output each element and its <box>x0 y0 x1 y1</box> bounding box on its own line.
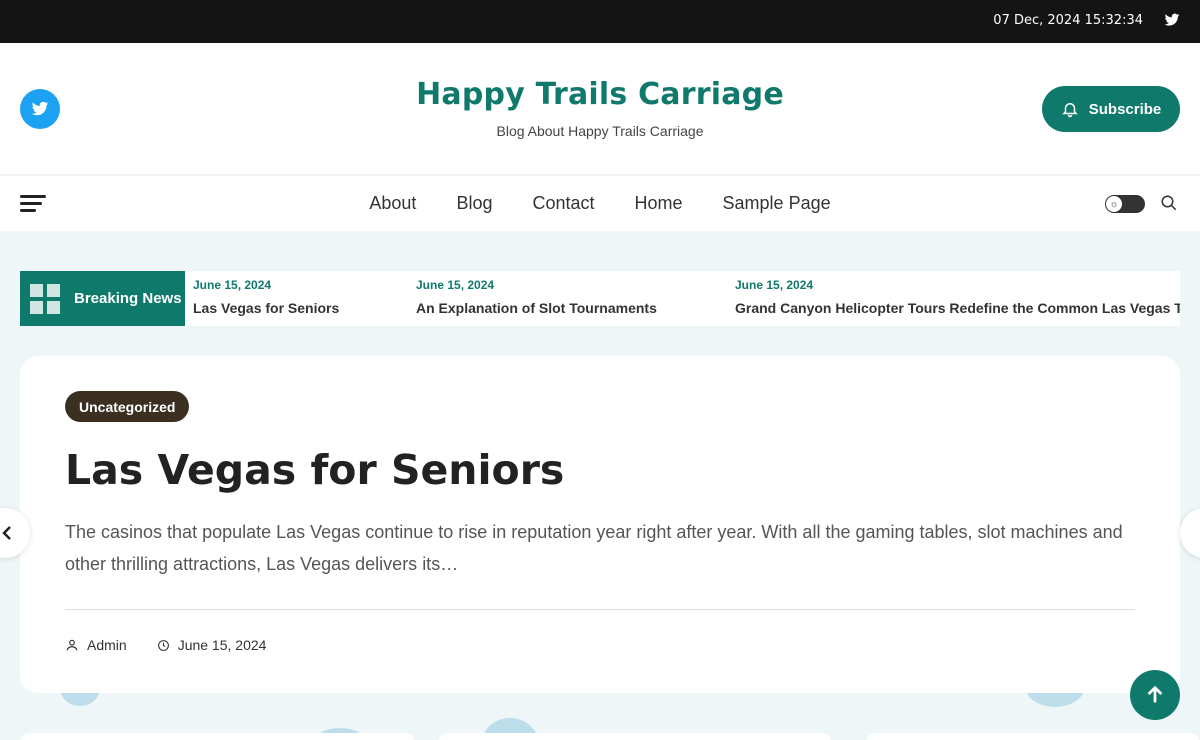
site-header: Happy Trails Carriage Blog About Happy T… <box>0 43 1200 175</box>
ticker-item[interactable]: June 15, 2024 An Explanation of Slot Tou… <box>416 278 657 316</box>
ticker-title[interactable]: An Explanation of Slot Tournaments <box>416 300 657 316</box>
twitter-icon[interactable] <box>1164 12 1180 28</box>
nav-item-home[interactable]: Home <box>635 193 683 214</box>
subscribe-label: Subscribe <box>1088 100 1162 118</box>
category-badge[interactable]: Uncategorized <box>65 391 190 422</box>
post-author[interactable]: Admin <box>87 637 127 653</box>
ticker-title[interactable]: Las Vegas for Seniors <box>193 300 339 316</box>
ticker-date: June 15, 2024 <box>193 278 272 292</box>
sun-icon: ☼ <box>1106 196 1122 212</box>
nav-item-contact[interactable]: Contact <box>532 193 594 214</box>
dark-mode-toggle[interactable]: ☼ <box>1105 195 1145 213</box>
slider-next-button[interactable] <box>1180 508 1200 558</box>
clock-icon <box>157 639 169 651</box>
post-card[interactable] <box>866 733 1200 740</box>
current-datetime: 07 Dec, 2024 15:32:34 <box>993 13 1143 28</box>
breaking-news-text: Breaking News <box>74 290 182 307</box>
site-title[interactable]: Happy Trails Carriage <box>0 77 1200 112</box>
breaking-news-label: Breaking News <box>20 271 185 326</box>
nav-item-about[interactable]: About <box>369 193 416 214</box>
bell-icon <box>1061 103 1078 118</box>
featured-post-card: Uncategorized Las Vegas for Seniors The … <box>20 356 1180 693</box>
nav-item-sample-page[interactable]: Sample Page <box>723 193 831 214</box>
ticker-date: June 15, 2024 <box>735 278 814 292</box>
divider <box>65 609 1135 610</box>
post-excerpt: The casinos that populate Las Vegas cont… <box>65 522 1123 574</box>
ticker-date: June 15, 2024 <box>416 278 495 292</box>
post-title[interactable]: Las Vegas for Seniors <box>65 446 564 494</box>
nav-links: About Blog Contact Home Sample Page <box>0 193 1200 214</box>
site-tagline: Blog About Happy Trails Carriage <box>496 123 704 139</box>
post-date[interactable]: June 15, 2024 <box>178 637 267 653</box>
main-nav: About Blog Contact Home Sample Page ☼ <box>0 176 1200 231</box>
post-meta: Admin June 15, 2024 <box>65 637 266 653</box>
scroll-to-top-button[interactable] <box>1130 670 1180 720</box>
top-bar: 07 Dec, 2024 15:32:34 <box>0 0 1200 43</box>
ticker-item[interactable]: June 15, 2024 Las Vegas for Seniors <box>193 278 339 316</box>
post-card[interactable] <box>438 733 832 740</box>
subscribe-button[interactable]: Subscribe <box>1042 86 1180 132</box>
search-icon[interactable] <box>1160 194 1178 212</box>
post-card[interactable] <box>20 733 415 740</box>
grid-icon <box>30 283 60 314</box>
user-icon <box>66 639 78 651</box>
nav-item-blog[interactable]: Blog <box>456 193 492 214</box>
breaking-news-ticker: Breaking News June 15, 2024 Las Vegas fo… <box>20 271 1180 326</box>
chevron-left-icon <box>2 526 11 540</box>
arrow-up-icon <box>1147 685 1163 703</box>
ticker-item[interactable]: June 15, 2024 Grand Canyon Helicopter To… <box>735 278 1180 316</box>
ticker-title[interactable]: Grand Canyon Helicopter Tours Redefine t… <box>735 300 1180 316</box>
